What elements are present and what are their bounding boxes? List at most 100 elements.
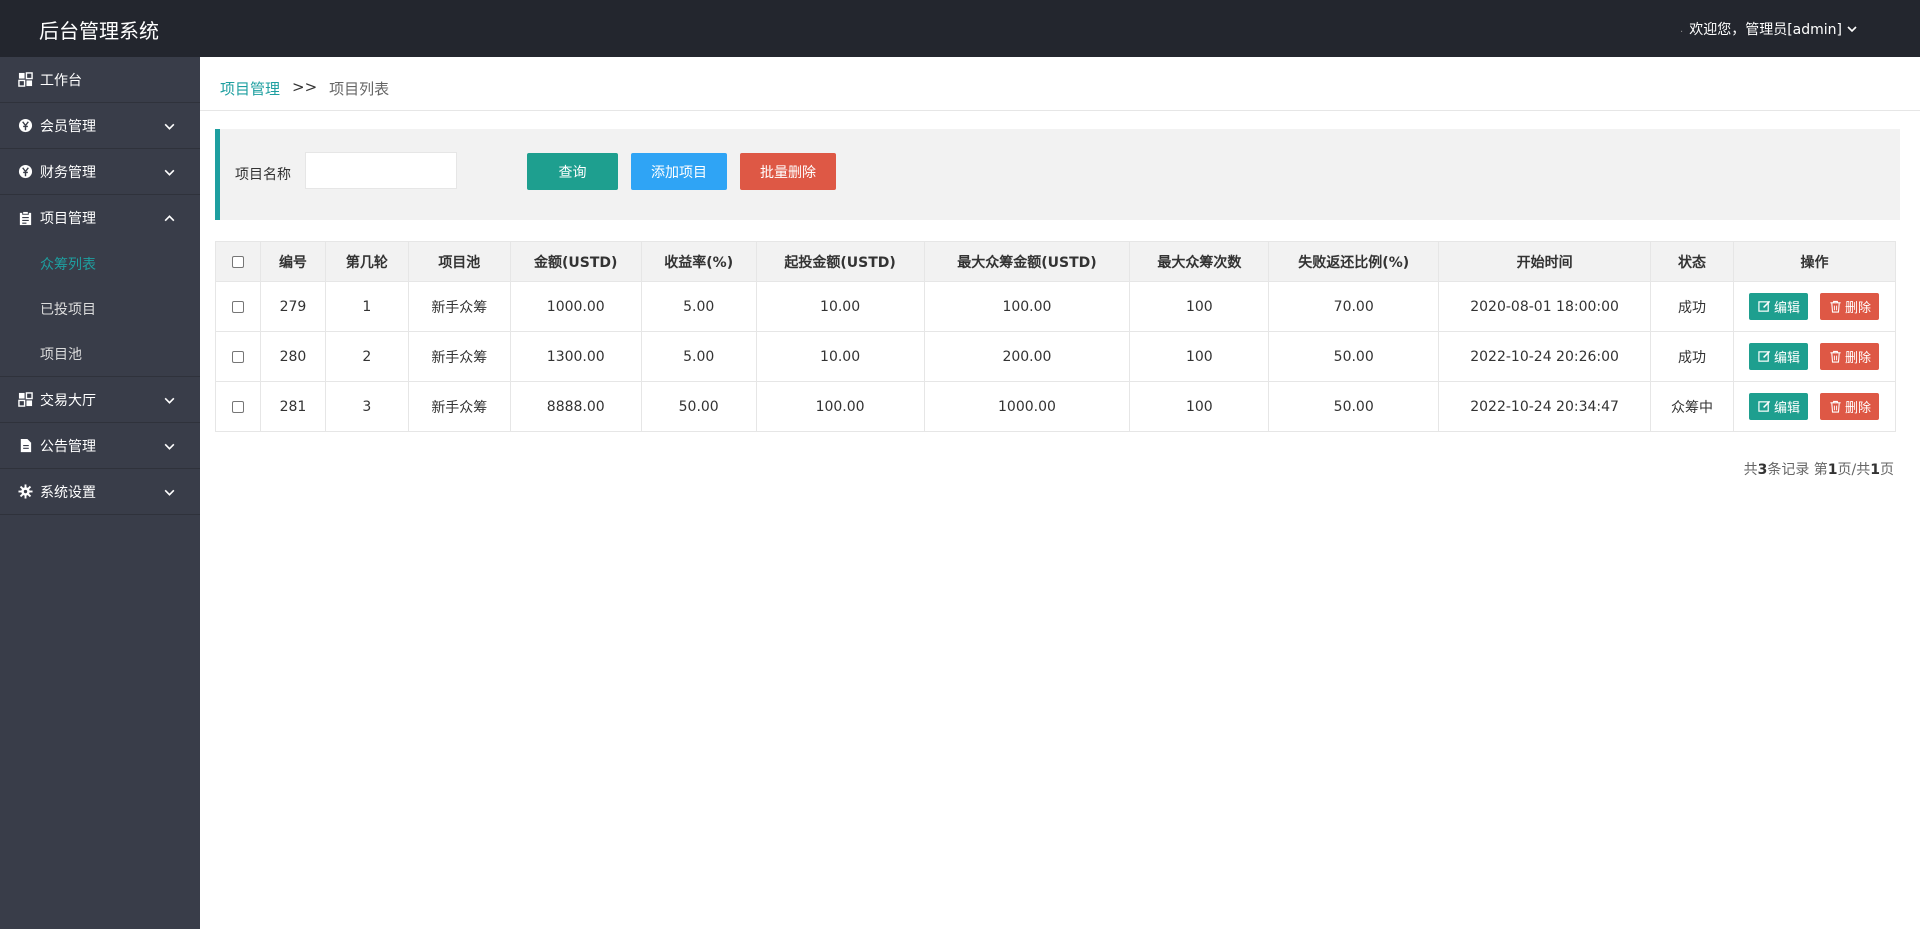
edit-button[interactable]: 编辑 (1749, 393, 1809, 420)
row-checkbox[interactable] (231, 300, 244, 313)
breadcrumb-separator: >> (292, 78, 318, 96)
sidebar-subitem-crowdfund-list[interactable]: 众筹列表 (0, 241, 200, 286)
project-name-input[interactable] (305, 152, 457, 189)
pager-text: 共 (1743, 462, 1758, 478)
cell-refund-ratio: 70.00 (1268, 281, 1440, 332)
batch-delete-button[interactable]: 批量删除 (740, 153, 836, 190)
delete-label: 删除 (1844, 401, 1871, 416)
cell-status: 成功 (1650, 281, 1734, 332)
cell-max-amount: 1000.00 (923, 381, 1131, 432)
cell-round: 1 (324, 281, 409, 332)
edit-label: 编辑 (1773, 301, 1800, 316)
welcome-text: 欢迎您，管理员[admin] (1689, 22, 1842, 38)
cell-round: 3 (324, 381, 409, 432)
breadcrumb-parent-link[interactable]: 项目管理 (220, 78, 280, 99)
yen-circle-icon (17, 118, 33, 134)
sidebar-item-label: 系统设置 (40, 484, 96, 501)
cell-pool: 新手众筹 (407, 281, 511, 332)
row-checkbox[interactable] (231, 400, 244, 413)
col-header-round: 第几轮 (324, 241, 409, 282)
cell-yield: 5.00 (640, 281, 757, 332)
sidebar-item-finance[interactable]: 财务管理 (0, 149, 200, 195)
sidebar-item-label: 会员管理 (40, 118, 96, 135)
edit-icon (1758, 400, 1771, 412)
cell-refund-ratio: 50.00 (1268, 381, 1440, 432)
query-button[interactable]: 查询 (527, 153, 618, 190)
edit-button[interactable]: 编辑 (1749, 293, 1809, 320)
dashboard-icon (17, 72, 33, 88)
chevron-down-icon (1847, 26, 1857, 33)
chevron-down-icon (164, 489, 175, 496)
edit-button[interactable]: 编辑 (1749, 343, 1809, 370)
cell-amount: 8888.00 (509, 381, 642, 432)
yen-circle-icon (17, 164, 33, 180)
edit-label: 编辑 (1773, 401, 1800, 416)
breadcrumb-current: 项目列表 (329, 80, 390, 98)
col-header-max-times: 最大众筹次数 (1129, 241, 1270, 282)
trash-icon (1830, 350, 1841, 363)
sidebar: 工作台 会员管理 财务管理 项目管理 众筹列表 已投项目 项目池 交易大厅 公告… (0, 57, 200, 929)
cell-amount: 1000.00 (509, 281, 642, 332)
projects-submenu: 众筹列表 已投项目 项目池 (0, 241, 200, 377)
cell-max-amount: 200.00 (923, 331, 1131, 382)
pagination-info: 共3条记录 第1页/共1页 (1744, 459, 1894, 479)
cell-pool: 新手众筹 (407, 381, 511, 432)
sidebar-subitem-invested[interactable]: 已投项目 (0, 286, 200, 331)
pager-text: 页/共 (1837, 462, 1871, 478)
table-row: 280 2 新手众筹 1300.00 5.00 10.00 200.00 100 50.00 20… (215, 331, 1897, 382)
col-header-yield: 收益率(%) (640, 241, 757, 282)
breadcrumb-divider (200, 110, 1920, 111)
sidebar-item-trading-hall[interactable]: 交易大厅 (0, 377, 200, 423)
table-row: 279 1 新手众筹 1000.00 5.00 10.00 100.00 100 70.00 20… (215, 281, 1897, 332)
edit-icon (1758, 300, 1771, 312)
delete-button[interactable]: 删除 (1820, 293, 1880, 320)
cell-min-invest: 10.00 (755, 281, 925, 332)
main-content: 项目管理 >> 项目列表 项目名称 查询 添加项目 批量删除 编号 第几轮 项目… (200, 57, 1920, 929)
table-row: 281 3 新手众筹 8888.00 50.00 100.00 1000.00 100 50.0… (215, 381, 1897, 432)
user-menu[interactable]: . 欢迎您，管理员[admin] (1680, 19, 1858, 39)
row-checkbox[interactable] (231, 350, 244, 363)
sidebar-item-label: 工作台 (40, 72, 82, 89)
clipboard-icon (17, 210, 33, 226)
table-header-row: 编号 第几轮 项目池 金额(USTD) 收益率(%) 起投金额(USTD) 最大… (215, 241, 1897, 282)
col-header-actions: 操作 (1732, 241, 1897, 282)
row-select-cell (215, 331, 261, 382)
sidebar-item-label: 项目管理 (40, 211, 96, 227)
edit-label: 编辑 (1773, 351, 1800, 366)
add-project-button[interactable]: 添加项目 (631, 153, 727, 190)
cell-status: 成功 (1650, 331, 1734, 382)
delete-label: 删除 (1844, 301, 1871, 316)
chevron-down-icon (164, 397, 175, 404)
delete-button[interactable]: 删除 (1820, 343, 1880, 370)
delete-button[interactable]: 删除 (1820, 393, 1880, 420)
cell-pool: 新手众筹 (407, 331, 511, 382)
cell-max-times: 100 (1129, 281, 1270, 332)
sidebar-item-projects[interactable]: 项目管理 (0, 195, 200, 241)
sidebar-subitem-project-pool[interactable]: 项目池 (0, 331, 200, 376)
col-header-pool: 项目池 (407, 241, 511, 282)
sidebar-item-label: 交易大厅 (40, 392, 96, 409)
project-name-label: 项目名称 (235, 167, 291, 183)
sidebar-item-settings[interactable]: 系统设置 (0, 469, 200, 515)
cell-amount: 1300.00 (509, 331, 642, 382)
chevron-up-icon (164, 215, 175, 222)
dashboard-icon (17, 392, 33, 408)
cell-id: 281 (259, 381, 326, 432)
select-all-checkbox[interactable] (231, 255, 244, 268)
cell-max-times: 100 (1129, 381, 1270, 432)
cell-id: 279 (259, 281, 326, 332)
sidebar-item-announcements[interactable]: 公告管理 (0, 423, 200, 469)
trash-icon (1830, 400, 1841, 413)
delete-label: 删除 (1844, 351, 1871, 366)
cell-id: 280 (259, 331, 326, 382)
edit-icon (1758, 350, 1771, 362)
row-actions-cell: 编辑 删除 (1732, 381, 1897, 432)
pager-text: 页 (1880, 462, 1894, 478)
sidebar-item-workbench[interactable]: 工作台 (0, 57, 200, 103)
cell-min-invest: 100.00 (755, 381, 925, 432)
document-icon (17, 438, 33, 454)
row-actions-cell: 编辑 删除 (1732, 281, 1897, 332)
cell-start-time: 2022-10-24 20:26:00 (1438, 331, 1652, 382)
cell-yield: 5.00 (640, 331, 757, 382)
sidebar-item-members[interactable]: 会员管理 (0, 103, 200, 149)
